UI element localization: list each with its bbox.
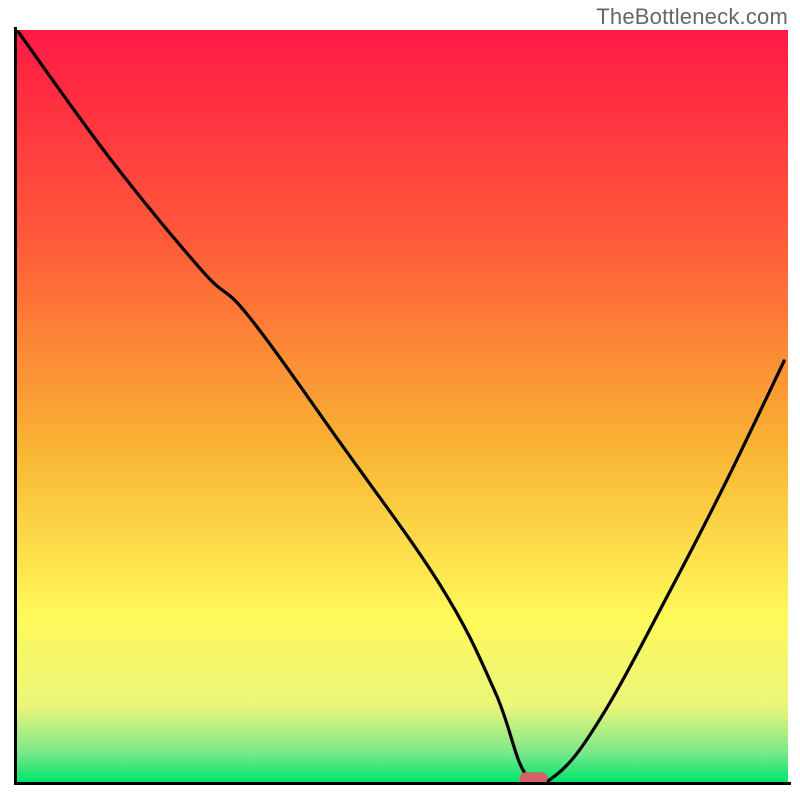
gradient-background xyxy=(17,30,788,782)
chart-frame: TheBottleneck.com xyxy=(0,0,800,800)
y-axis xyxy=(14,27,17,785)
x-axis xyxy=(14,782,791,785)
chart-svg xyxy=(0,0,800,800)
watermark-text: TheBottleneck.com xyxy=(596,4,788,30)
